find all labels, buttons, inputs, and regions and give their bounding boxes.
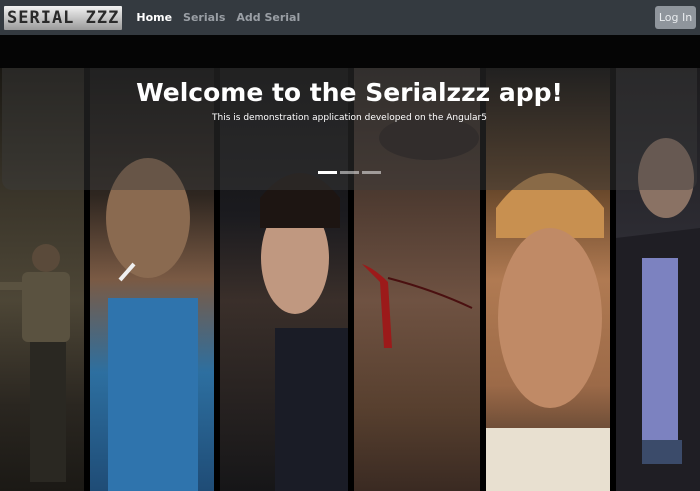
- nav-links: Home Serials Add Serial: [136, 11, 300, 24]
- hero-title: Welcome to the Serialzzz app!: [136, 78, 563, 107]
- carousel-indicators: [2, 171, 697, 174]
- carousel-indicator-1[interactable]: [318, 171, 337, 174]
- header-spacer: [0, 35, 700, 68]
- nav-item-home[interactable]: Home: [136, 11, 172, 24]
- brand-logo-text: SERIAL ZZZ: [7, 7, 120, 28]
- brand-logo[interactable]: SERIAL ZZZ: [4, 5, 123, 30]
- carousel-indicator-2[interactable]: [340, 171, 359, 174]
- hero-subtitle: This is demonstration application develo…: [212, 113, 487, 123]
- nav-item-add-serial[interactable]: Add Serial: [236, 11, 300, 24]
- nav-item-serials[interactable]: Serials: [183, 11, 225, 24]
- top-navbar: SERIAL ZZZ Home Serials Add Serial Log I…: [0, 0, 700, 35]
- login-button[interactable]: Log In: [655, 6, 696, 29]
- carousel-indicator-3[interactable]: [362, 171, 381, 174]
- welcome-jumbotron: Welcome to the Serialzzz app! This is de…: [2, 68, 697, 190]
